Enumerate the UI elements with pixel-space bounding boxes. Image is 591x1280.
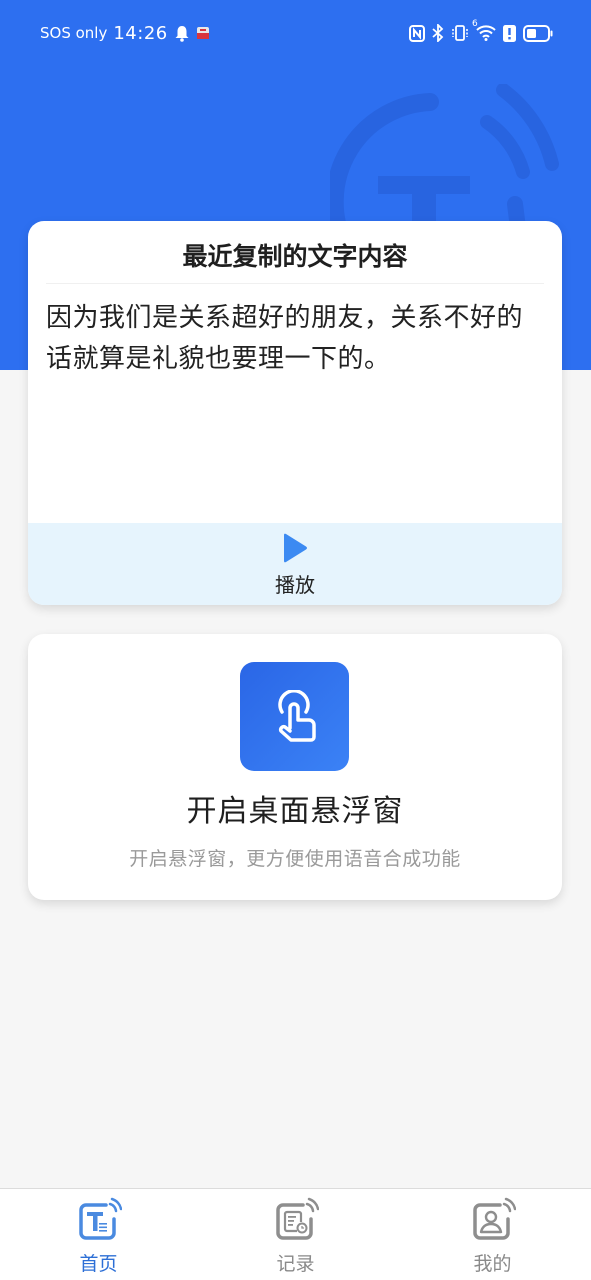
profile-icon bbox=[472, 1197, 516, 1240]
status-bar: SOS only 14:26 6 bbox=[0, 0, 591, 66]
nfc-icon bbox=[409, 24, 425, 42]
floating-window-icon-tile bbox=[240, 662, 349, 771]
recent-clipboard-card: 最近复制的文字内容 因为我们是关系超好的朋友，关系不好的话就算是礼貌也要理一下的… bbox=[28, 221, 562, 605]
clock: 14:26 bbox=[113, 22, 168, 44]
enable-floating-window-card[interactable]: 开启桌面悬浮窗 开启悬浮窗，更方便使用语音合成功能 bbox=[28, 634, 562, 900]
bluetooth-icon bbox=[432, 24, 444, 42]
floating-window-title: 开启桌面悬浮窗 bbox=[186, 794, 404, 829]
bottom-navigation: 首页 记录 我的 bbox=[0, 1188, 591, 1280]
alert-icon bbox=[503, 24, 516, 42]
nav-label-home: 首页 bbox=[79, 1253, 118, 1275]
text-to-speech-icon bbox=[78, 1197, 122, 1240]
app-notification-icon bbox=[196, 26, 210, 40]
history-record-icon bbox=[275, 1197, 319, 1240]
clipboard-card-title: 最近复制的文字内容 bbox=[182, 242, 408, 271]
nav-label-records: 记录 bbox=[276, 1253, 315, 1275]
carrier-status: SOS only bbox=[40, 24, 108, 42]
battery-icon bbox=[523, 24, 553, 42]
clipboard-text[interactable]: 因为我们是关系超好的朋友，关系不好的话就算是礼貌也要理一下的。 bbox=[28, 284, 562, 380]
floating-window-subtitle: 开启悬浮窗，更方便使用语音合成功能 bbox=[129, 848, 461, 870]
nav-item-profile[interactable]: 我的 bbox=[394, 1189, 591, 1280]
wifi-badge: 6 bbox=[472, 19, 478, 29]
nav-item-home[interactable]: 首页 bbox=[0, 1189, 197, 1280]
bell-icon bbox=[174, 25, 190, 42]
play-icon bbox=[284, 533, 307, 563]
wifi-icon: 6 bbox=[472, 19, 496, 41]
nav-item-records[interactable]: 记录 bbox=[197, 1189, 394, 1280]
tap-gesture-icon bbox=[277, 689, 316, 742]
play-label: 播放 bbox=[275, 573, 315, 597]
nav-label-profile: 我的 bbox=[473, 1253, 512, 1275]
play-button[interactable]: 播放 bbox=[28, 523, 562, 605]
vibrate-icon bbox=[451, 24, 469, 42]
